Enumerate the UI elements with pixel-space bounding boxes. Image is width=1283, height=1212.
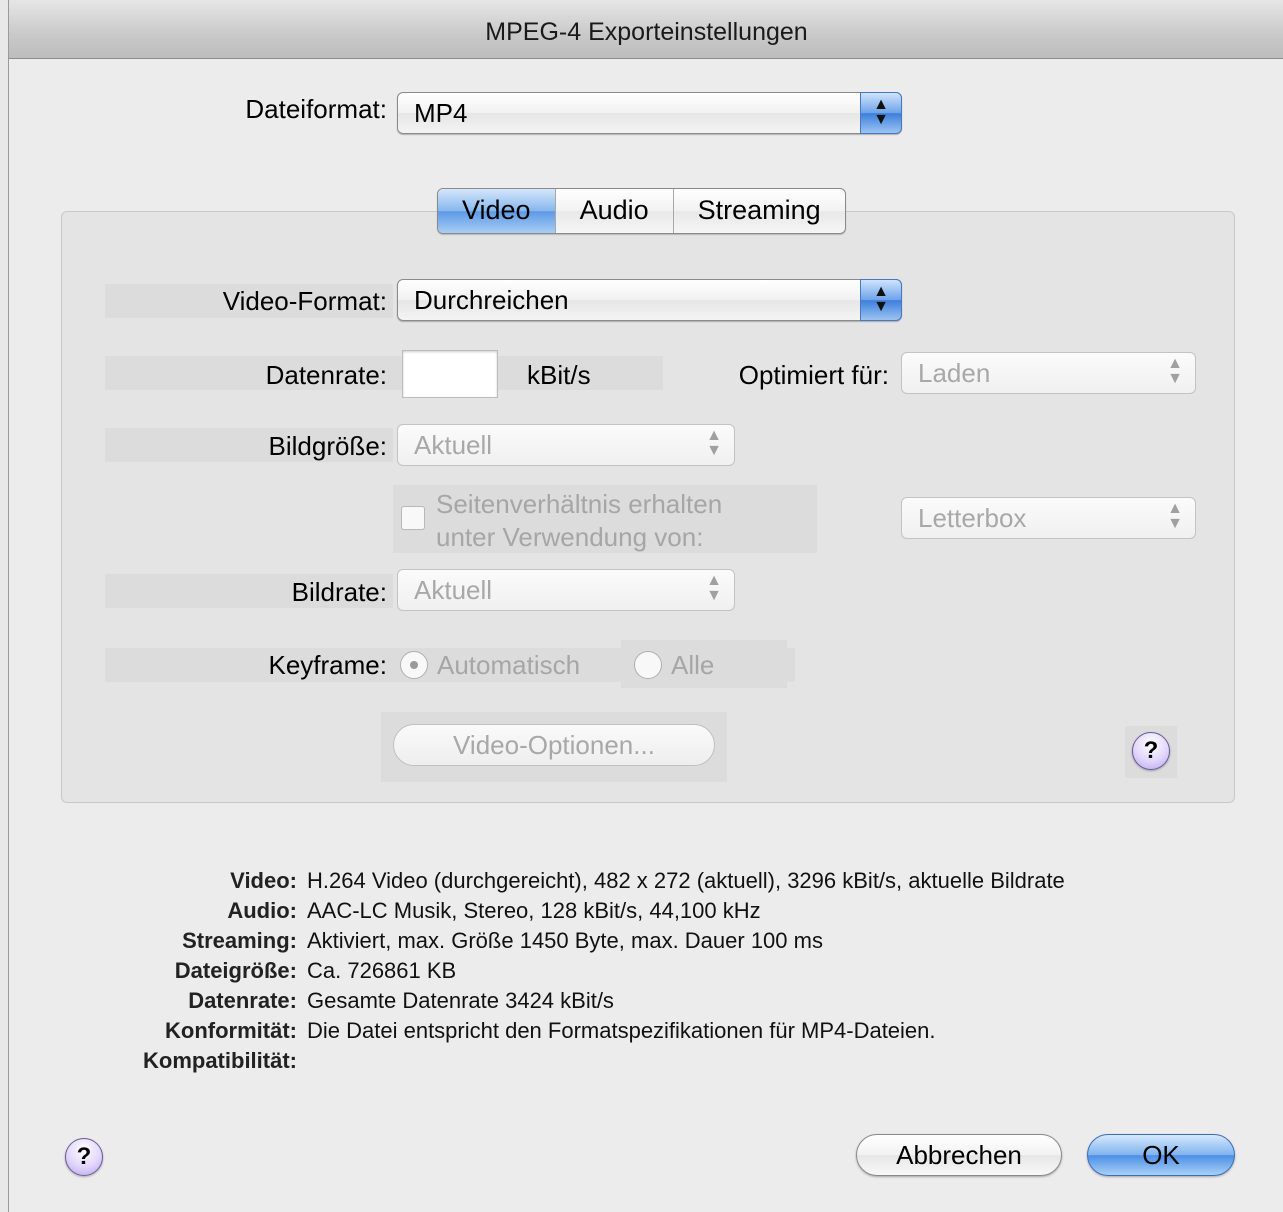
keyframe-alle-radio[interactable] [634,651,662,679]
summary-row: Audio: AAC-LC Musik, Stereo, 128 kBit/s, … [227,898,761,923]
dateiformat-label: Dateiformat: [245,94,387,124]
aspect-label: Seitenverhältnis erhalten unter Verwendu… [436,488,722,554]
summary-row: Kompatibilität: [143,1048,297,1073]
popup-arrows-icon: ▲ ▼ [1167,500,1183,532]
summary-row: Dateigröße: Ca. 726861 KB [174,958,457,983]
datenrate-unit: kBit/s [527,360,591,390]
optimiert-popup[interactable]: Laden ▲ ▼ [901,352,1196,394]
tab-audio[interactable]: Audio [556,189,674,233]
keyframe-auto-label: Automatisch [437,650,581,680]
bildrate-value: Aktuell [414,575,493,605]
aspect-label-line1: Seitenverhältnis erhalten [436,489,723,519]
optimiert-label: Optimiert für: [738,360,889,390]
bildrate-label: Bildrate: [291,577,387,607]
keyframe-alle-label: Alle [671,650,715,680]
aspect-label-line2: unter Verwendung von: [436,522,704,552]
radio-dot-icon [410,661,418,669]
dateiformat-popup[interactable]: MP4 ▲ ▼ [397,92,902,134]
keyframe-auto-radio[interactable] [400,651,428,679]
datenrate-field[interactable] [402,350,498,398]
summary-row: Datenrate: Gesamte Datenrate 3424 kBit/s [188,988,614,1013]
popup-arrows-icon: ▲ ▼ [860,92,902,134]
export-summary: Video: H.264 Video (durchgereicht), 482 x… [105,866,1065,1076]
tab-video[interactable]: Video [438,189,556,233]
export-settings-window: MPEG-4 Exporteinstellungen Dateiformat: … [8,0,1283,1212]
summary-row: Video: H.264 Video (durchgereicht), 482 x… [230,868,1065,893]
bildgroesse-label: Bildgröße: [268,431,388,461]
ok-button[interactable]: OK [1087,1134,1235,1176]
help-icon[interactable]: ? [65,1138,103,1176]
summary-row: Konformität: Die Datei entspricht den For… [165,1018,936,1043]
help-icon[interactable]: ? [1132,732,1170,770]
window-title: MPEG-4 Exporteinstellungen [9,0,1283,59]
bildrate-popup[interactable]: Aktuell ▲ ▼ [397,569,735,611]
datenrate-label: Datenrate: [265,360,387,390]
popup-arrows-icon: ▲ ▼ [706,572,722,604]
bildgroesse-value: Aktuell [414,430,493,460]
summary-row: Streaming: Aktiviert, max. Größe 1450 Byt… [182,928,823,953]
letterbox-popup[interactable]: Letterbox ▲ ▼ [901,497,1196,539]
optimiert-value: Laden [918,358,991,388]
popup-arrows-icon: ▲ ▼ [706,427,722,459]
video-format-value: Durchreichen [414,285,569,315]
popup-arrows-icon: ▲ ▼ [1167,355,1183,387]
video-options-button[interactable]: Video-Optionen... [393,724,715,766]
letterbox-value: Letterbox [918,503,1027,533]
keyframe-label: Keyframe: [268,650,388,680]
bildgroesse-popup[interactable]: Aktuell ▲ ▼ [397,424,735,466]
tab-streaming[interactable]: Streaming [674,189,845,233]
popup-arrows-icon: ▲ ▼ [860,279,902,321]
dateiformat-value: MP4 [414,98,468,128]
aspect-checkbox[interactable] [401,506,425,530]
cancel-button[interactable]: Abbrechen [856,1134,1062,1176]
video-format-label: Video-Format: [222,286,387,316]
video-format-popup[interactable]: Durchreichen ▲ ▼ [397,279,902,321]
settings-tabs: Video Audio Streaming [437,188,846,234]
